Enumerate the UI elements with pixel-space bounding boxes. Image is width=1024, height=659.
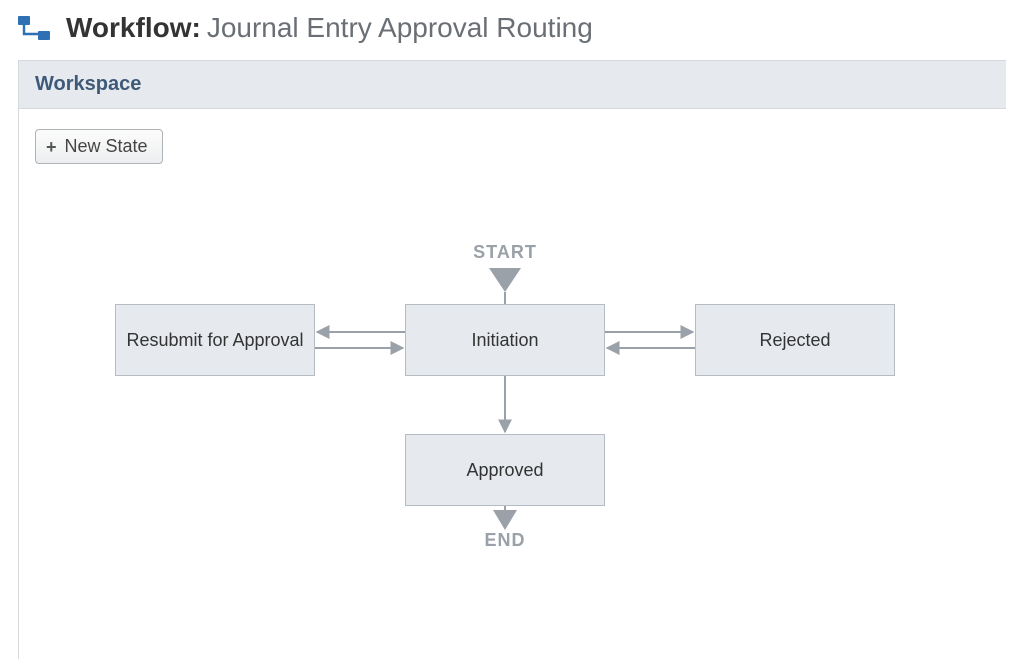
start-arrow-icon — [489, 268, 521, 292]
workspace-panel-header: Workspace — [19, 61, 1006, 109]
new-state-button-label: New State — [65, 136, 148, 157]
workflow-connectors — [35, 234, 975, 594]
workflow-icon — [18, 14, 52, 42]
state-label: Resubmit for Approval — [126, 329, 303, 352]
page-title-row: Workflow: Journal Entry Approval Routing — [18, 6, 1006, 44]
state-label: Initiation — [471, 329, 538, 352]
state-rejected[interactable]: Rejected — [695, 304, 895, 376]
state-label: Approved — [466, 459, 543, 482]
end-arrow-icon — [493, 510, 517, 530]
workspace-panel: Workspace + New State START END — [18, 60, 1006, 659]
new-state-button[interactable]: + New State — [35, 129, 163, 164]
state-initiation[interactable]: Initiation — [405, 304, 605, 376]
workflow-diagram: START END — [35, 234, 975, 594]
workspace-panel-body: + New State START END — [19, 109, 1006, 659]
state-label: Rejected — [759, 329, 830, 352]
state-resubmit-for-approval[interactable]: Resubmit for Approval — [115, 304, 315, 376]
state-approved[interactable]: Approved — [405, 434, 605, 506]
plus-icon: + — [46, 138, 57, 156]
page-title-name: Journal Entry Approval Routing — [207, 12, 593, 44]
page-title-prefix: Workflow: — [66, 12, 201, 44]
